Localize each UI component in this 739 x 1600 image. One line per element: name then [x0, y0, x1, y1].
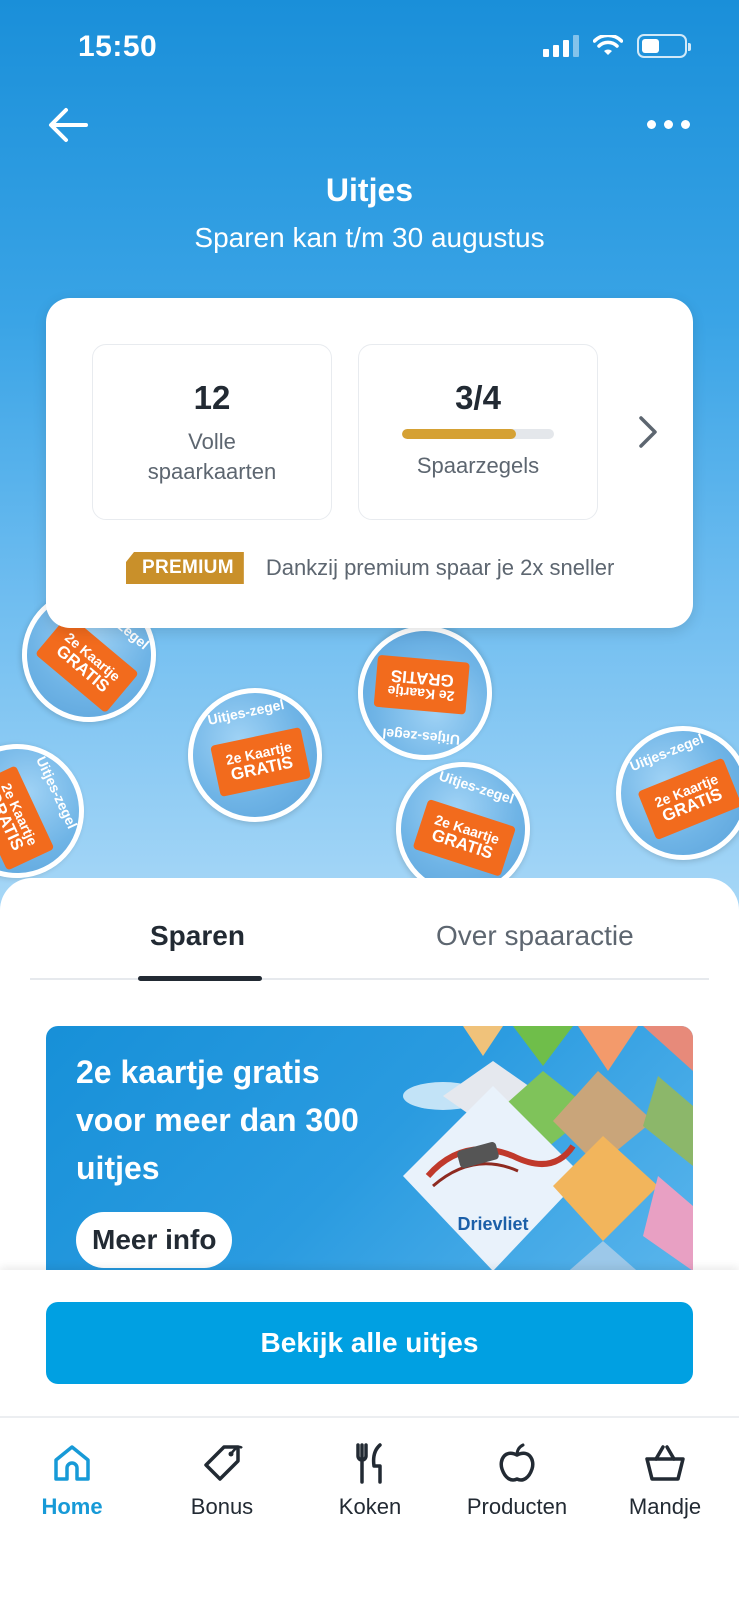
stamp-decoration: Uitjes-zegel 2e KaartjeGRATIS	[352, 620, 498, 766]
tab-bar: Sparen Over spaaractie	[30, 878, 709, 981]
svg-text:Drievliet: Drievliet	[457, 1214, 528, 1234]
wifi-icon	[593, 35, 623, 55]
tab-over-spaaractie[interactable]: Over spaaractie	[436, 920, 634, 952]
nav-label: Koken	[338, 1494, 402, 1519]
stamps-stat: 3/4 Spaarzegels	[358, 344, 598, 520]
details-chevron-button[interactable]	[633, 410, 663, 454]
stamp-decoration: Uitjes-zegel 2e KaartjeGRATIS	[595, 705, 739, 881]
status-icons	[543, 34, 691, 58]
battery-icon	[637, 34, 691, 58]
tag-icon	[204, 1445, 243, 1481]
page-subtitle: Sparen kan t/m 30 augustus	[194, 222, 545, 253]
meer-info-button[interactable]: Meer info	[76, 1212, 233, 1268]
bottom-navigation: Home Bonus Koken Producten Mandje	[0, 1416, 739, 1600]
more-options-button[interactable]	[647, 112, 693, 136]
active-tab-indicator	[138, 976, 262, 981]
nav-koken[interactable]: Koken	[300, 1442, 440, 1520]
full-cards-label: Volle spaarkaarten	[147, 429, 277, 484]
back-button[interactable]	[46, 105, 90, 145]
dot-icon	[664, 119, 673, 129]
stamps-progress-fill	[402, 429, 516, 439]
dot-icon	[647, 119, 656, 129]
stamps-value: 3/4	[455, 379, 501, 416]
nav-producten[interactable]: Producten	[447, 1442, 587, 1520]
ticket-graphic: 2e Kaartje GRATIS	[210, 726, 311, 797]
savings-summary-card[interactable]: 12 Volle spaarkaarten 3/4 Spaarzegels PR…	[46, 298, 693, 628]
tab-sparen[interactable]: Sparen	[150, 920, 245, 952]
nav-label: Producten	[466, 1494, 568, 1519]
nav-mandje[interactable]: Mandje	[595, 1442, 735, 1520]
bekijk-alle-uitjes-button[interactable]: Bekijk alle uitjes	[46, 1302, 693, 1384]
promo-banner[interactable]: 2e kaartje gratis voor meer dan 300 uitj…	[46, 1026, 693, 1276]
page-title: Uitjes	[325, 172, 414, 208]
ticket-graphic: 2e Kaartje GRATIS	[637, 757, 739, 841]
full-cards-stat: 12 Volle spaarkaarten	[92, 344, 332, 520]
nav-bonus[interactable]: Bonus	[152, 1442, 292, 1520]
nav-label: Home	[41, 1494, 103, 1519]
chevron-right-icon	[639, 416, 657, 448]
attractions-collage-image: Drievliet	[403, 1026, 693, 1276]
status-time: 15:50	[78, 30, 158, 63]
stamps-progress-bar	[402, 429, 554, 439]
cutlery-icon	[356, 1443, 382, 1484]
nav-label: Mandje	[628, 1494, 702, 1519]
premium-text: Dankzij premium spaar je 2x sneller	[265, 555, 615, 580]
premium-row: PREMIUM Dankzij premium spaar je 2x snel…	[126, 552, 614, 584]
full-cards-value: 12	[193, 379, 231, 416]
premium-badge: PREMIUM	[126, 552, 244, 584]
banner-text: 2e kaartje gratis voor meer dan 300 uitj…	[76, 1054, 359, 1186]
nav-home[interactable]: Home	[2, 1442, 142, 1520]
ticket-graphic: 2e Kaartje GRATIS	[373, 654, 470, 715]
stamps-label: Spaarzegels	[416, 453, 540, 478]
cta-area: Bekijk alle uitjes	[0, 1270, 739, 1416]
apple-icon	[499, 1443, 535, 1482]
signal-icon	[543, 35, 579, 57]
dot-icon	[681, 119, 690, 129]
home-icon	[54, 1445, 90, 1481]
basket-icon	[645, 1445, 685, 1481]
stamp-decoration: Uitjes-zegel 2e KaartjeGRATIS	[175, 675, 335, 835]
ticket-graphic: 2e Kaartje GRATIS	[412, 798, 517, 877]
nav-label: Bonus	[190, 1494, 254, 1519]
arrow-left-icon	[49, 108, 88, 142]
stamp-decoration: Uitjes-zegel 2e KaartjeGRATIS	[0, 721, 107, 901]
